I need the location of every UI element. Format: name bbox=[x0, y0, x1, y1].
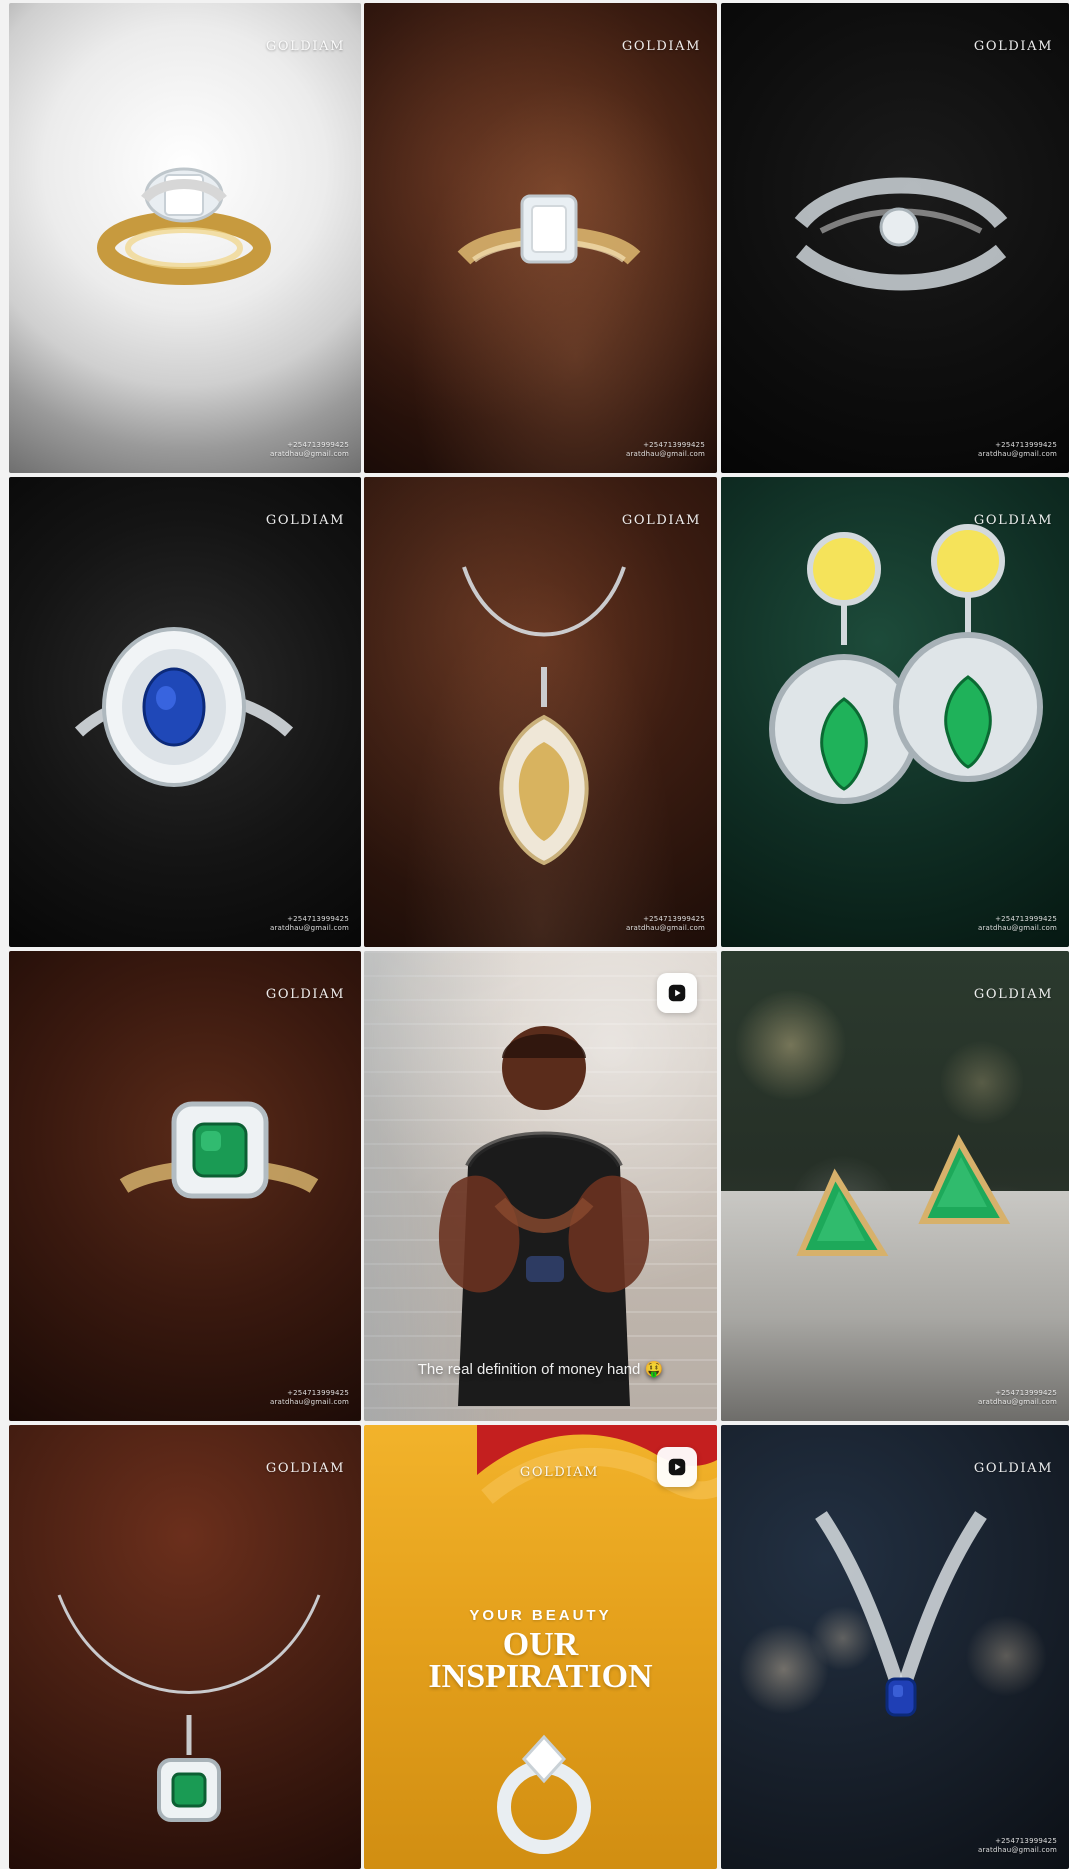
earrings-graphic bbox=[791, 1121, 1011, 1271]
contact-info: +254713999425 aratdhau@gmail.com bbox=[978, 915, 1057, 933]
instagram-grid: GOLDIAM +254713999425 aratdhau@gmail.com… bbox=[0, 0, 1069, 1869]
post-tile-9[interactable]: GOLDIAM +254713999425 aratdhau@gmail.com bbox=[721, 951, 1069, 1421]
post-tile-6[interactable]: GOLDIAM +254713999425 aratdhau@gmail.com bbox=[721, 477, 1069, 947]
contact-info: +254713999425 aratdhau@gmail.com bbox=[270, 441, 349, 459]
pendant-graphic bbox=[454, 547, 634, 877]
reel-icon bbox=[657, 973, 697, 1013]
promo-tagline-large: OUR INSPIRATION bbox=[364, 1626, 717, 1695]
promo-tagline-small: YOUR BEAUTY bbox=[469, 1607, 612, 1624]
brand-watermark: GOLDIAM bbox=[265, 513, 345, 528]
contact-info: +254713999425 aratdhau@gmail.com bbox=[978, 441, 1057, 459]
promo-line-1: OUR bbox=[502, 1626, 579, 1663]
contact-info: +254713999425 aratdhau@gmail.com bbox=[270, 1389, 349, 1407]
contact-info: +254713999425 aratdhau@gmail.com bbox=[270, 915, 349, 933]
contact-phone: +254713999425 bbox=[995, 1389, 1057, 1397]
contact-phone: +254713999425 bbox=[287, 915, 349, 923]
person bbox=[434, 996, 654, 1406]
brand-watermark: GOLDIAM bbox=[973, 987, 1053, 1002]
brand-watermark: GOLDIAM bbox=[621, 39, 701, 54]
contact-phone: +254713999425 bbox=[995, 441, 1057, 449]
reel-icon bbox=[657, 1447, 697, 1487]
post-tile-3[interactable]: GOLDIAM +254713999425 aratdhau@gmail.com bbox=[721, 3, 1069, 473]
brand-watermark: GOLDIAM bbox=[973, 1461, 1053, 1476]
necklace-graphic bbox=[49, 1585, 329, 1865]
post-tile-7[interactable]: GOLDIAM +254713999425 aratdhau@gmail.com bbox=[9, 951, 361, 1421]
contact-info: +254713999425 aratdhau@gmail.com bbox=[978, 1837, 1057, 1855]
contact-info: +254713999425 aratdhau@gmail.com bbox=[626, 915, 705, 933]
brand-watermark: GOLDIAM bbox=[621, 513, 701, 528]
contact-phone: +254713999425 bbox=[643, 441, 705, 449]
contact-phone: +254713999425 bbox=[643, 915, 705, 923]
ring-graphic bbox=[484, 1715, 604, 1855]
contact-email: aratdhau@gmail.com bbox=[977, 1846, 1057, 1854]
brand-watermark: GOLDIAM bbox=[973, 39, 1053, 54]
contact-email: aratdhau@gmail.com bbox=[625, 450, 705, 458]
overlay-caption: The real definition of money hand 🤑 bbox=[417, 1361, 664, 1378]
brand-watermark: GOLDIAM bbox=[265, 987, 345, 1002]
contact-phone: +254713999425 bbox=[995, 915, 1057, 923]
contact-email: aratdhau@gmail.com bbox=[977, 1398, 1057, 1406]
post-tile-8[interactable]: The real definition of money hand 🤑 bbox=[364, 951, 717, 1421]
contact-email: aratdhau@gmail.com bbox=[269, 924, 349, 932]
contact-phone: +254713999425 bbox=[287, 441, 349, 449]
contact-email: aratdhau@gmail.com bbox=[625, 924, 705, 932]
ring-graphic bbox=[454, 178, 644, 298]
post-tile-4[interactable]: GOLDIAM +254713999425 aratdhau@gmail.com bbox=[9, 477, 361, 947]
ring-graphic bbox=[781, 153, 1021, 293]
ring-graphic bbox=[79, 153, 289, 293]
contact-info: +254713999425 aratdhau@gmail.com bbox=[626, 441, 705, 459]
contact-phone: +254713999425 bbox=[995, 1837, 1057, 1845]
contact-email: aratdhau@gmail.com bbox=[269, 450, 349, 458]
ring-graphic bbox=[801, 1495, 1001, 1755]
contact-info: +254713999425 aratdhau@gmail.com bbox=[978, 1389, 1057, 1407]
earrings-graphic bbox=[756, 517, 1046, 887]
promo-line-2: INSPIRATION bbox=[428, 1658, 653, 1695]
post-tile-12[interactable]: GOLDIAM +254713999425 aratdhau@gmail.com bbox=[721, 1425, 1069, 1869]
ring-graphic bbox=[104, 1066, 334, 1266]
post-tile-2[interactable]: GOLDIAM +254713999425 aratdhau@gmail.com bbox=[364, 3, 717, 473]
red-wave bbox=[477, 1425, 717, 1555]
contact-email: aratdhau@gmail.com bbox=[977, 924, 1057, 932]
brand-watermark: GOLDIAM bbox=[519, 1465, 599, 1480]
post-tile-1[interactable]: GOLDIAM +254713999425 aratdhau@gmail.com bbox=[9, 3, 361, 473]
contact-email: aratdhau@gmail.com bbox=[269, 1398, 349, 1406]
contact-phone: +254713999425 bbox=[287, 1389, 349, 1397]
contact-email: aratdhau@gmail.com bbox=[977, 450, 1057, 458]
brand-watermark: GOLDIAM bbox=[973, 513, 1053, 528]
post-tile-5[interactable]: GOLDIAM +254713999425 aratdhau@gmail.com bbox=[364, 477, 717, 947]
ring-graphic bbox=[64, 612, 304, 812]
post-tile-11[interactable]: GOLDIAM YOUR BEAUTY OUR INSPIRATION bbox=[364, 1425, 717, 1869]
brand-watermark: GOLDIAM bbox=[265, 39, 345, 54]
brand-watermark: GOLDIAM bbox=[265, 1461, 345, 1476]
post-tile-10[interactable]: GOLDIAM bbox=[9, 1425, 361, 1869]
